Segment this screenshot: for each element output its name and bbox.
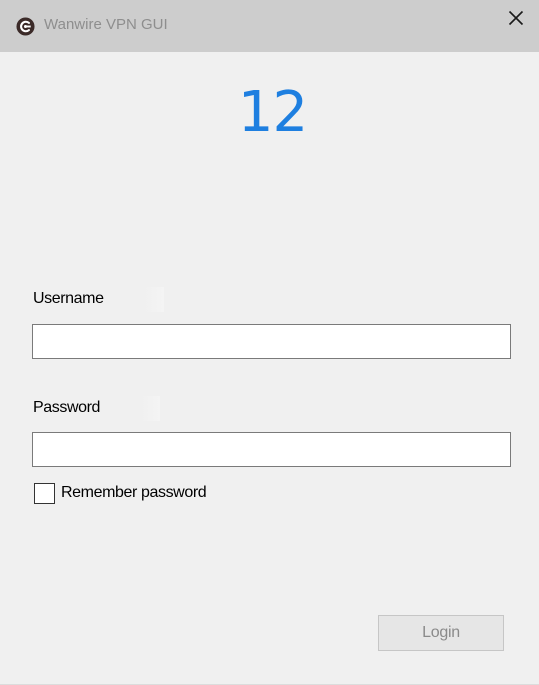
close-button[interactable]	[493, 0, 539, 36]
remember-password-label: Remember password	[61, 484, 207, 501]
login-button[interactable]: Login	[378, 615, 504, 651]
login-window: Wanwire VPN GUI 12 Username Password Rem…	[0, 0, 539, 685]
wanwire-logo-icon	[16, 17, 35, 36]
password-field[interactable]	[32, 432, 511, 467]
brand-logo: 12	[237, 80, 308, 145]
window-title: Wanwire VPN GUI	[44, 16, 168, 33]
username-field[interactable]	[32, 324, 511, 359]
checkbox-box[interactable]	[34, 482, 55, 504]
title-bar: Wanwire VPN GUI	[0, 0, 539, 52]
password-label: Password	[31, 396, 161, 421]
remember-password-checkbox[interactable]: Remember password	[34, 481, 232, 505]
close-icon	[508, 10, 524, 26]
username-label: Username	[31, 287, 164, 312]
